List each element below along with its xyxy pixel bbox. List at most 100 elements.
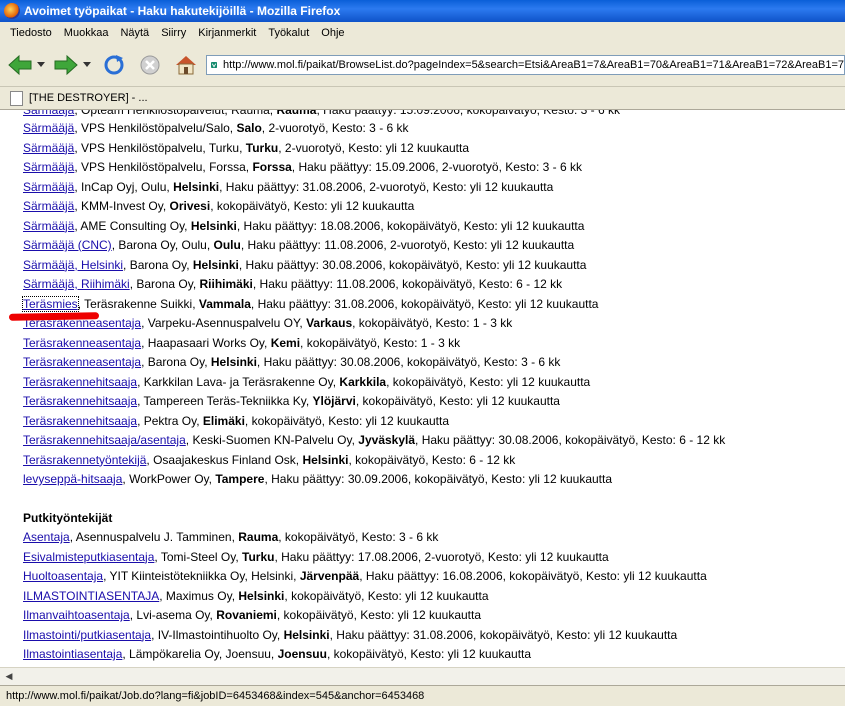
job-title-link[interactable]: Särmääjä, Riihimäki bbox=[23, 277, 130, 291]
menu-tyokalut[interactable]: Työkalut bbox=[268, 27, 309, 39]
job-details-text: , kokopäivätyö, Kesto: 1 - 3 kk bbox=[300, 335, 461, 350]
location-text: Helsinki bbox=[192, 257, 239, 272]
list-item: Teräsrakennetyöntekijä, Osaajakeskus Fin… bbox=[23, 452, 515, 468]
job-details-text: , Haku päättyy: 30.08.2006, kokopäivätyö… bbox=[256, 355, 561, 369]
job-title-link[interactable]: Huoltoasentaja bbox=[23, 569, 103, 583]
job-details-text: , Haku päättyy: 11.08.2006, kokopäivätyö… bbox=[252, 277, 563, 291]
job-details-text: , kokopäivätyö, Kesto: yli 12 kuukautta bbox=[355, 394, 560, 408]
location-text: Vammala bbox=[198, 296, 251, 311]
forward-dropdown-button[interactable] bbox=[80, 52, 94, 78]
job-details-text: , kokopäivätyö, Kesto: 1 - 3 kk bbox=[352, 316, 513, 330]
job-title-link[interactable]: Ilmastointi/putkiasentaja bbox=[23, 628, 151, 642]
job-link[interactable]: Särmääjä bbox=[23, 110, 74, 117]
list-item: Särmääjä, VPS Henkilöstöpalvelu, Turku, … bbox=[23, 140, 469, 156]
job-title-link[interactable]: Teräsrakenneasentaja bbox=[23, 355, 141, 369]
employer-text: , Lämpökarelia Oy, Joensuu, bbox=[122, 647, 278, 661]
list-item: Asentaja, Asennuspalvelu J. Tamminen, Ra… bbox=[23, 529, 438, 545]
list-item: Särmääjä, Riihimäki, Barona Oy, Riihimäk… bbox=[23, 276, 562, 292]
location-text: Helsinki bbox=[173, 179, 220, 194]
horizontal-scrollbar[interactable]: ◀ bbox=[0, 667, 845, 685]
job-title-link[interactable]: Särmääjä bbox=[23, 121, 74, 135]
list-item: Teräsrakennehitsaaja, Pektra Oy, Elimäki… bbox=[23, 413, 449, 429]
location-text: Rauma bbox=[238, 530, 279, 544]
back-button[interactable] bbox=[6, 52, 34, 78]
location-text: Helsinki bbox=[210, 355, 257, 369]
menu-kirjanmerkit[interactable]: Kirjanmerkit bbox=[198, 27, 256, 39]
job-details-text: , Haku päättyy: 18.08.2006, kokopäivätyö… bbox=[236, 218, 585, 233]
menu-siirry[interactable]: Siirry bbox=[161, 27, 186, 39]
job-details-text: , kokopäivätyö, Kesto: yli 12 kuukautta bbox=[284, 588, 489, 603]
stop-button[interactable] bbox=[136, 52, 164, 78]
location-text: Helsinki bbox=[283, 627, 330, 642]
employer-text: , YIT Kiinteistötekniikka Oy, Helsinki, bbox=[103, 569, 300, 583]
job-details-text: , Haku päättyy: 15.09.2006, 2-vuorotyö, … bbox=[291, 160, 582, 174]
job-title-link[interactable]: Esivalmisteputkiasentaja bbox=[23, 550, 154, 564]
job-title-link[interactable]: Ilmastointiasentaja bbox=[23, 647, 122, 661]
job-title-link[interactable]: levyseppä-hitsaaja bbox=[23, 472, 122, 486]
job-title-link[interactable]: Ilmanvaihtoasentaja bbox=[23, 608, 130, 622]
job-details-text: , Haku päättyy: 30.08.2006, kokopäivätyö… bbox=[415, 433, 726, 447]
forward-arrow-icon bbox=[54, 54, 78, 76]
job-title-link[interactable]: Teräsrakennehitsaaja/asentaja bbox=[23, 433, 186, 447]
location-text: Oulu bbox=[213, 238, 241, 252]
list-item: Särmääjä, KMM-Invest Oy, Orivesi, kokopä… bbox=[23, 198, 414, 214]
employer-text: , VPS Henkilöstöpalvelu, Forssa, bbox=[74, 160, 253, 174]
job-title-link[interactable]: Särmääjä bbox=[23, 160, 74, 174]
status-bar: http://www.mol.fi/paikat/Job.do?lang=fi&… bbox=[0, 685, 845, 706]
job-title-link[interactable]: Särmääjä, Helsinki bbox=[23, 258, 123, 272]
job-title-link[interactable]: Teräsrakennehitsaaja bbox=[23, 414, 137, 428]
location-text: Orivesi bbox=[169, 199, 211, 213]
job-title-link[interactable]: Teräsmies bbox=[22, 295, 79, 312]
menu-ohje[interactable]: Ohje bbox=[321, 27, 344, 39]
reload-button[interactable] bbox=[100, 52, 128, 78]
job-details-text: , Haku päättyy: 11.08.2006, 2-vuorotyö, … bbox=[240, 238, 575, 252]
job-details-text: , kokopäivätyö, Kesto: yli 12 kuukautta bbox=[326, 647, 532, 661]
job-title-link[interactable]: Teräsrakennehitsaaja bbox=[23, 375, 137, 389]
job-title-link[interactable]: Särmääjä (CNC) bbox=[23, 238, 112, 252]
job-title-link[interactable]: Särmääjä bbox=[23, 219, 74, 233]
location-text: Jyväskylä bbox=[358, 433, 416, 447]
job-title-link[interactable]: Asentaja bbox=[23, 530, 70, 544]
back-dropdown-button[interactable] bbox=[34, 52, 48, 78]
list-item: levyseppä-hitsaaja, WorkPower Oy, Tamper… bbox=[23, 471, 612, 487]
job-details-text: , Haku päättyy: 31.08.2006, kokopäivätyö… bbox=[250, 296, 599, 311]
job-title-link[interactable]: Särmääjä bbox=[23, 199, 74, 213]
job-details-text: , kokopäivätyö, Kesto: 6 - 12 kk bbox=[348, 452, 516, 467]
chevron-down-icon bbox=[83, 62, 91, 67]
scroll-left-icon[interactable]: ◀ bbox=[2, 670, 16, 683]
job-title-link[interactable]: Särmääjä bbox=[23, 141, 74, 155]
employer-text: , Barona Oy, bbox=[141, 355, 211, 369]
employer-text: , Haapasaari Works Oy, bbox=[141, 335, 271, 350]
list-item: Teräsrakenneasentaja, Haapasaari Works O… bbox=[23, 335, 460, 351]
job-details-text: , 2-vuorotyö, Kesto: 3 - 6 kk bbox=[261, 121, 409, 135]
location-text: Karkkila bbox=[339, 374, 387, 389]
job-title-link[interactable]: Teräsrakenneasentaja bbox=[23, 336, 141, 350]
list-item: Ilmanvaihtoasentaja, Lvi-asema Oy, Rovan… bbox=[23, 607, 481, 623]
list-item: Särmääjä, InCap Oyj, Oulu, Helsinki, Hak… bbox=[23, 179, 553, 195]
forward-button[interactable] bbox=[52, 52, 80, 78]
job-details-text: , Haku päättyy: 16.08.2006, kokopäivätyö… bbox=[359, 569, 707, 583]
job-title-link[interactable]: Teräsrakennetyöntekijä bbox=[23, 453, 146, 467]
list-item: Särmääjä, VPS Henkilöstöpalvelu, Forssa,… bbox=[23, 159, 582, 175]
menu-nayta[interactable]: Näytä bbox=[120, 27, 149, 39]
location-text: Elimäki bbox=[202, 413, 245, 428]
menu-tiedosto[interactable]: Tiedosto bbox=[10, 27, 52, 39]
site-favicon-icon bbox=[211, 61, 218, 69]
list-item: Ilmastointiasentaja, Lämpökarelia Oy, Jo… bbox=[23, 646, 531, 662]
job-details-text: , 2-vuorotyö, Kesto: yli 12 kuukautta bbox=[278, 140, 470, 155]
list-item: Särmääjä (CNC), Barona Oy, Oulu, Oulu, H… bbox=[23, 237, 574, 253]
job-title-link[interactable]: ILMASTOINTIASENTAJA bbox=[23, 589, 159, 603]
job-title-link[interactable]: Teräsrakennehitsaaja bbox=[23, 394, 137, 408]
home-button[interactable] bbox=[172, 52, 200, 78]
location-text: Ylöjärvi bbox=[312, 394, 356, 408]
employer-text: , Pektra Oy, bbox=[137, 413, 203, 428]
bookmark-item[interactable]: [THE DESTROYER] - ... bbox=[29, 92, 148, 104]
window-titlebar: Avoimet työpaikat - Haku hakutekijöillä … bbox=[0, 0, 845, 22]
navigation-toolbar: http://www.mol.fi/paikat/BrowseList.do?p… bbox=[0, 44, 845, 87]
list-item: Teräsrakenneasentaja, Barona Oy, Helsink… bbox=[23, 354, 560, 370]
job-title-link[interactable]: Särmääjä bbox=[23, 180, 74, 194]
location-text: Riihimäki bbox=[199, 277, 253, 291]
menu-muokkaa[interactable]: Muokkaa bbox=[64, 27, 109, 39]
list-item-partial: Särmääjä, Opteam Henkilöstöpalvelut, Rau… bbox=[23, 110, 620, 118]
address-bar[interactable]: http://www.mol.fi/paikat/BrowseList.do?p… bbox=[206, 55, 845, 75]
